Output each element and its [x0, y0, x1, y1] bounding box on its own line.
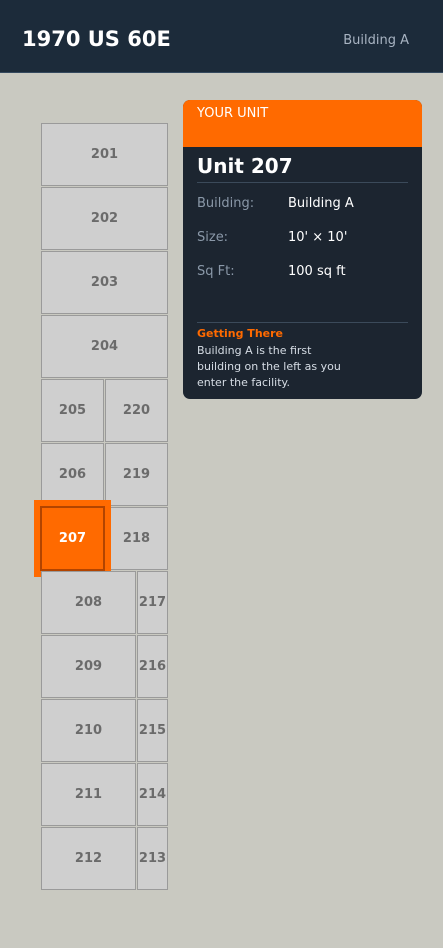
unit-215[interactable]: 215: [137, 699, 168, 762]
unit-212[interactable]: 212: [41, 827, 136, 890]
unit-214[interactable]: 214: [137, 763, 168, 826]
unit-220[interactable]: 220: [105, 379, 168, 442]
unit-210[interactable]: 210: [41, 699, 136, 762]
your-unit-label: YOUR UNIT: [197, 106, 269, 121]
unit-208[interactable]: 208: [41, 571, 136, 634]
unit-206[interactable]: 206: [41, 443, 104, 506]
unit-201[interactable]: 201: [41, 123, 168, 186]
unit-218[interactable]: 218: [105, 507, 168, 570]
unit-219[interactable]: 219: [105, 443, 168, 506]
unit-207-selected[interactable]: 207: [40, 506, 105, 571]
unit-205[interactable]: 205: [41, 379, 104, 442]
unit-217[interactable]: 217: [137, 571, 168, 634]
unit-211[interactable]: 211: [41, 763, 136, 826]
unit-209[interactable]: 209: [41, 635, 136, 698]
sqft-label: Sq Ft:: [197, 264, 235, 279]
size-label: Size:: [197, 230, 229, 245]
building-value: Building A: [288, 196, 354, 211]
unit-info-panel: YOUR UNIT Unit 207 Building: Building A …: [183, 100, 422, 399]
unit-216[interactable]: 216: [137, 635, 168, 698]
unit-204[interactable]: 204: [41, 315, 168, 378]
unit-202[interactable]: 202: [41, 187, 168, 250]
building-label: Building:: [197, 196, 255, 211]
your-unit-banner: YOUR UNIT: [183, 100, 422, 147]
unit-213[interactable]: 213: [137, 827, 168, 890]
size-value: 10' × 10': [288, 230, 348, 245]
unit-203[interactable]: 203: [41, 251, 168, 314]
getting-there-text: Building A is the first building on the …: [197, 344, 341, 389]
divider: [197, 322, 408, 323]
unit-title: Unit 207: [197, 154, 293, 178]
divider: [197, 182, 408, 183]
getting-there-heading: Getting There: [197, 327, 283, 340]
sqft-value: 100 sq ft: [288, 264, 346, 279]
